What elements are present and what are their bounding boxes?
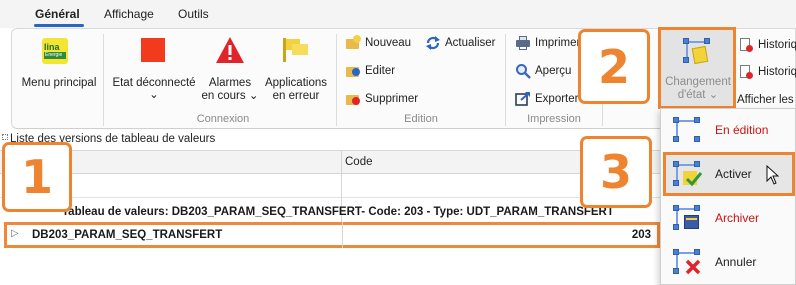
history-document-icon [738,64,754,80]
tab-outils[interactable]: Outils [178,7,209,21]
alarm-warning-icon [216,37,244,63]
state-change-dropdown: En édition Activer Archiver Annuler [660,108,796,285]
afficher-versions-option[interactable]: Afficher les v [737,94,796,106]
archive-state-icon [673,203,703,233]
history-document-icon [738,37,754,53]
tab-affichage[interactable]: Affichage [104,7,154,21]
group-by-row: Tableau de valeurs: DB203_PARAM_SEQ_TRAN… [62,206,614,218]
menu-item-annuler[interactable]: Annuler [661,241,796,283]
nouveau-button[interactable]: Nouveau [345,33,411,53]
column-header-code[interactable]: Code [345,156,373,168]
mouse-cursor-icon [766,165,780,185]
actualiser-button[interactable]: Actualiser [425,33,496,53]
table-row[interactable]: ▷ DB203_PARAM_SEQ_TRANSFERT 203 [4,222,660,248]
menu-item-archiver[interactable]: Archiver [661,197,796,239]
magnifier-icon [515,63,531,79]
etat-deconnecte-button[interactable]: Etat déconnecté ⌄ [111,32,197,104]
menu-principal-button[interactable]: lina Energie Menu principal [19,32,99,102]
state-change-icon [683,36,713,66]
apercu-button[interactable]: Aperçu [515,61,571,81]
applications-error-flag-icon [283,38,308,62]
delete-folder-icon [345,91,361,107]
alarmes-en-cours-button[interactable]: Alarmes en cours ⌄ [199,32,261,104]
grid-filter-row[interactable] [0,174,660,198]
expand-row-icon[interactable]: ▷ [11,228,19,239]
new-folder-icon [345,35,361,51]
historique-button-1[interactable]: Historique [738,35,796,55]
cancel-state-icon [673,247,703,277]
changement-etat-button[interactable]: Changement d'état ⌄ [658,27,736,109]
supprimer-button[interactable]: Supprimer [345,89,418,109]
row-code-cell: 203 [631,229,651,241]
refresh-icon [425,35,441,51]
export-icon [515,91,531,107]
active-tab-indicator [34,24,84,27]
imprimer-button[interactable]: Imprimer [515,33,580,53]
tab-general[interactable]: Général [35,7,80,21]
group-label-impression: Impression [527,113,581,125]
printer-icon [515,35,531,51]
callout-3: 3 [580,136,652,208]
activate-state-icon [673,159,703,189]
menu-principal-label: Menu principal [21,77,97,89]
group-label-edition: Edition [404,113,438,125]
menu-item-en-edition[interactable]: En édition [661,109,796,151]
applications-en-erreur-button[interactable]: Applications en erreur [262,32,330,104]
menu-item-activer[interactable]: Activer [663,152,795,196]
row-name-cell: DB203_PARAM_SEQ_TRANSFERT [32,229,223,241]
disconnected-state-icon [141,38,165,62]
historique-button-2[interactable]: Historique [738,62,796,82]
exporter-button[interactable]: Exporter [515,89,578,109]
edit-folder-icon [345,63,361,79]
group-label-connexion: Connexion [196,113,250,125]
editer-button[interactable]: Editer [345,61,395,81]
callout-2: 2 [578,29,650,104]
in-edit-state-icon [673,115,703,145]
ribbon-tab-bar: Général Affichage Outils [0,0,796,28]
callout-1: 1 [2,142,72,212]
list-icon [2,134,8,140]
grid-header: Code [0,150,660,174]
lina-logo-icon: lina Energie [42,38,68,64]
